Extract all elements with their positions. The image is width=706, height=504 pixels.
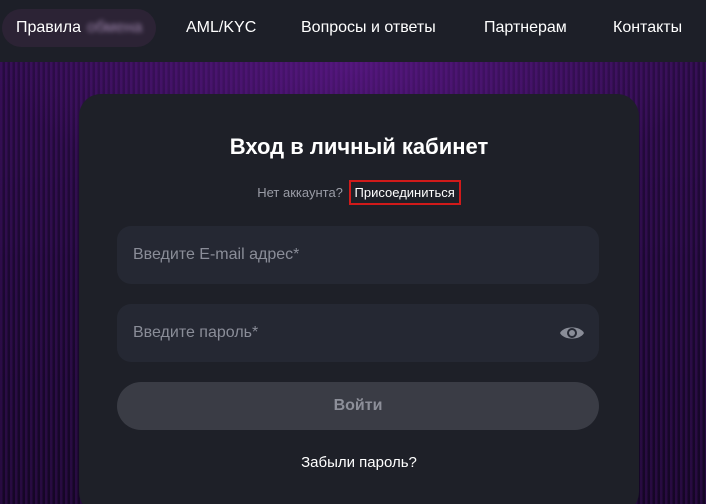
password-field-wrapper — [117, 304, 599, 362]
no-account-text: Нет аккаунта? — [257, 185, 343, 200]
page-title: Вход в личный кабинет — [229, 134, 489, 159]
nav-item-rules[interactable]: Правила обмена — [2, 9, 157, 47]
password-field[interactable] — [117, 304, 599, 362]
login-button[interactable]: Войти — [117, 382, 599, 430]
email-field[interactable] — [117, 226, 599, 284]
login-card: Вход в личный кабинет Нет аккаунта? Прис… — [79, 94, 639, 504]
join-link[interactable]: Присоединиться — [348, 180, 461, 205]
forgot-password-link[interactable]: Забыли пароль? — [79, 454, 639, 471]
nav-item-rules-blurred-label: обмена — [86, 19, 143, 36]
nav-item-faq[interactable]: Вопросы и ответы — [301, 19, 436, 37]
nav-item-rules-label: Правила — [16, 19, 81, 36]
nav-item-partners[interactable]: Партнерам — [484, 19, 567, 37]
nav-item-contacts[interactable]: Контакты — [613, 19, 682, 37]
eye-icon[interactable] — [559, 322, 585, 344]
signup-prompt-line: Нет аккаунта? Присоединиться — [79, 180, 639, 205]
email-field-wrapper — [117, 226, 599, 284]
nav-item-aml-kyc[interactable]: AML/KYC — [186, 19, 256, 37]
top-navigation: Правила обмена AML/KYC Вопросы и ответы … — [0, 0, 706, 62]
